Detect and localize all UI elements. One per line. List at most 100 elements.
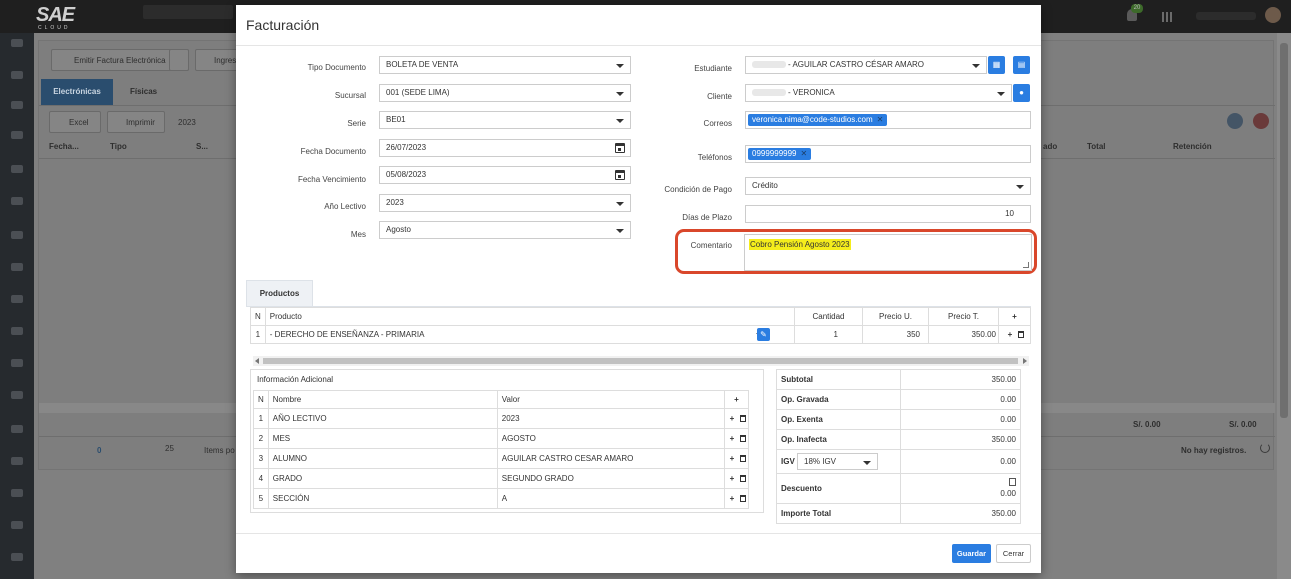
- info-nombre[interactable]: GRADO: [267, 468, 498, 489]
- resize-handle[interactable]: [1023, 262, 1029, 268]
- book-icon[interactable]: [11, 263, 23, 271]
- tab-electronicas[interactable]: Electrónicas: [41, 79, 113, 105]
- plus-icon[interactable]: +: [1006, 330, 1015, 339]
- plus-icon[interactable]: +: [728, 474, 737, 483]
- trash-icon[interactable]: [739, 455, 746, 463]
- page-scrollbar[interactable]: [1277, 33, 1291, 579]
- info-valor[interactable]: AGOSTO: [496, 428, 726, 449]
- plus-icon[interactable]: +: [728, 434, 737, 443]
- edit-icon[interactable]: ✎: [757, 328, 770, 341]
- student-id-button[interactable]: ▤: [1013, 56, 1030, 74]
- add-info-button[interactable]: +: [724, 390, 749, 409]
- sucursal-select[interactable]: 001 (SEDE LIMA): [379, 84, 631, 102]
- add-product-button[interactable]: +: [998, 307, 1031, 326]
- fecha-vencimiento-input[interactable]: 05/08/2023: [379, 166, 631, 184]
- search-icon[interactable]: [1227, 113, 1243, 129]
- condicion-pago-select[interactable]: Crédito: [745, 177, 1031, 195]
- trash-icon[interactable]: [739, 495, 746, 503]
- tipo-documento-select[interactable]: BOLETA DE VENTA: [379, 56, 631, 74]
- plus-icon[interactable]: +: [728, 454, 737, 463]
- col-tipo[interactable]: Tipo: [110, 142, 127, 151]
- trash-icon[interactable]: [1017, 331, 1024, 339]
- card-icon[interactable]: [11, 391, 23, 399]
- info-valor[interactable]: SEGUNDO GRADO: [496, 468, 726, 489]
- estudiante-select[interactable]: - AGUILAR CASTRO CÉSAR AMARO: [745, 56, 987, 74]
- col-fecha[interactable]: Fecha...: [49, 142, 79, 151]
- calculator-icon[interactable]: [1009, 478, 1016, 486]
- student-card-button[interactable]: ▦: [988, 56, 1005, 74]
- book-icon[interactable]: [11, 521, 23, 529]
- folder-icon[interactable]: [11, 327, 23, 335]
- cerrar-button[interactable]: Cerrar: [996, 544, 1031, 563]
- products-hscroll[interactable]: [253, 356, 1029, 366]
- scroll-left-icon[interactable]: [255, 358, 259, 364]
- plus-icon[interactable]: +: [728, 494, 737, 503]
- scroll-right-icon[interactable]: [1023, 358, 1027, 364]
- scroll-thumb[interactable]: [263, 358, 1018, 364]
- tab-productos[interactable]: Productos: [246, 280, 313, 306]
- trash-icon[interactable]: [739, 415, 746, 423]
- users-icon[interactable]: [11, 489, 23, 497]
- info-nombre[interactable]: ALUMNO: [267, 448, 498, 469]
- info-nombre[interactable]: SECCIÓN: [267, 488, 498, 509]
- phone-chip[interactable]: 0999999999 ✕: [748, 148, 812, 160]
- page-size-select[interactable]: 25: [165, 444, 174, 453]
- graduation-icon[interactable]: [11, 101, 23, 109]
- trash-icon[interactable]: [739, 475, 746, 483]
- cantidad-input[interactable]: 1: [794, 325, 863, 344]
- tab-fisicas[interactable]: Físicas: [130, 87, 157, 96]
- mes-select[interactable]: Agosto: [379, 221, 631, 239]
- graduation-icon[interactable]: [11, 165, 23, 173]
- building-icon[interactable]: [11, 71, 23, 79]
- bank-icon[interactable]: [11, 295, 23, 303]
- pager-current[interactable]: 0: [97, 446, 101, 455]
- excel-button[interactable]: Excel: [49, 111, 101, 133]
- graduation-icon[interactable]: [11, 231, 23, 239]
- info-valor[interactable]: A: [496, 488, 726, 509]
- guardar-button[interactable]: Guardar: [952, 544, 991, 563]
- ano-lectivo-select[interactable]: 2023: [379, 194, 631, 212]
- serie-select[interactable]: BE01: [379, 111, 631, 129]
- folder-icon[interactable]: [11, 359, 23, 367]
- comentario-textarea[interactable]: Cobro Pensión Agosto 2023: [744, 234, 1032, 271]
- app-logo[interactable]: SAE CLOUD: [36, 4, 75, 31]
- igv-select[interactable]: 18% IGV: [797, 453, 878, 470]
- calendar-icon[interactable]: [615, 143, 625, 153]
- dias-plazo-input[interactable]: 10: [745, 205, 1031, 223]
- col-total[interactable]: Total: [1087, 142, 1106, 151]
- graduation-icon[interactable]: [11, 197, 23, 205]
- cliente-select[interactable]: - VERONICA: [745, 84, 1012, 102]
- close-icon[interactable]: ✕: [877, 115, 884, 124]
- product-select-cell[interactable]: - DERECHO DE ENSEÑANZA - PRIMARIA ✎: [264, 325, 796, 344]
- product-select[interactable]: - DERECHO DE ENSEÑANZA - PRIMARIA: [270, 330, 425, 339]
- mes-label: Mes: [350, 230, 366, 239]
- plus-icon[interactable]: +: [728, 414, 737, 423]
- precio-u-input[interactable]: 350: [862, 325, 929, 344]
- info-nombre[interactable]: MES: [267, 428, 498, 449]
- calendar-icon[interactable]: [615, 170, 625, 180]
- graduation-icon[interactable]: [11, 131, 23, 139]
- close-icon[interactable]: ✕: [801, 149, 808, 158]
- emit-dropdown-button[interactable]: [169, 49, 189, 71]
- col-retencion[interactable]: Retención: [1173, 142, 1212, 151]
- info-valor[interactable]: AGUILAR CASTRO CESAR AMARO: [496, 448, 726, 469]
- col-s[interactable]: S...: [196, 142, 208, 151]
- refresh-icon[interactable]: [1260, 443, 1270, 453]
- trash-icon[interactable]: [739, 435, 746, 443]
- info-nombre[interactable]: AÑO LECTIVO: [267, 408, 498, 429]
- fecha-documento-input[interactable]: 26/07/2023: [379, 139, 631, 157]
- client-user-button[interactable]: ●: [1013, 84, 1030, 102]
- sidebar: [0, 33, 34, 579]
- print-button[interactable]: Imprimir: [107, 111, 165, 133]
- email-chip[interactable]: veronica.nima@code-studios.com ✕: [748, 114, 888, 126]
- col-estado[interactable]: ado: [1043, 142, 1057, 151]
- apps-grid-icon[interactable]: [1162, 12, 1172, 22]
- eraser-icon[interactable]: [1253, 113, 1269, 129]
- avatar[interactable]: [1265, 7, 1281, 23]
- book-icon[interactable]: [11, 553, 23, 561]
- info-valor[interactable]: 2023: [496, 408, 726, 429]
- users-icon[interactable]: [11, 425, 23, 433]
- year-filter[interactable]: 2023: [178, 118, 196, 127]
- users-icon[interactable]: [11, 457, 23, 465]
- menu-icon[interactable]: [11, 39, 23, 47]
